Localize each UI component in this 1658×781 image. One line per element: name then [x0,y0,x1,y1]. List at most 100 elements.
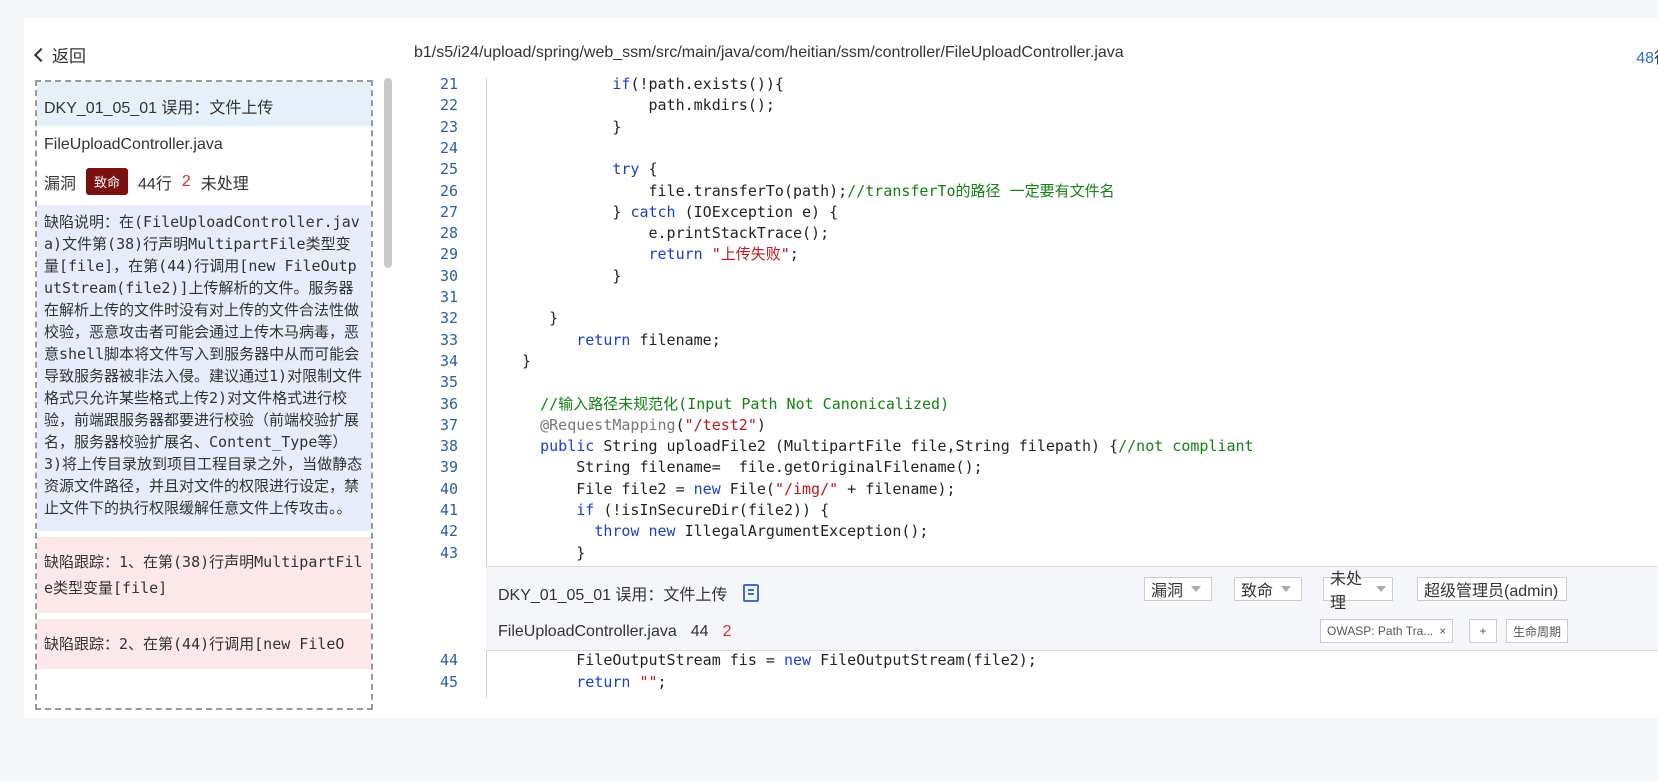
chevron-down-icon [1376,586,1386,592]
issue-type: 漏洞 [44,175,77,193]
code-text: return ""; [576,673,667,691]
line-number: 44 [439,651,458,669]
assignee-select-value: 超级管理员(admin) [1424,583,1559,600]
line-number: 45 [439,673,458,691]
code-text: } [504,351,532,370]
severity-select-value: 致命 [1241,583,1274,600]
issue-file: FileUploadController.java [44,136,223,153]
code-line: 39 String filename= file.getOriginalFile… [394,456,1658,478]
code-text: } [504,266,622,285]
code-text: File file2 = new File("/img/" + filename… [504,479,956,498]
issue-title[interactable]: DKY_01_05_01 误用：文件上传 [37,82,371,126]
issue-line: 44行 [138,175,172,193]
popup-line: 44 [690,623,709,640]
code-text: e.printStackTrace(); [504,224,830,243]
line-number: 21 [439,75,458,93]
popup-count: 2 [722,623,732,640]
code-text: @RequestMapping("/test2") [540,415,766,434]
line-number: 35 [439,373,458,392]
code-line: 43 } [394,542,1658,564]
document-search-icon[interactable] [743,584,760,602]
code-text: file.transferTo(path);//transferTo的路径 一定… [504,181,1115,200]
line-number: 43 [439,543,458,562]
line-number: 25 [439,160,458,179]
line-count: 48行 [1636,44,1658,68]
code-text: public String uploadFile2 (MultipartFile… [540,437,1254,456]
line-number: 42 [439,522,458,541]
line-number: 38 [439,437,458,456]
code-line: 26 file.transferTo(path);//transferTo的路径… [394,180,1658,202]
code-text: throw new IllegalArgumentException(); [594,522,929,541]
line-number: 24 [439,138,458,157]
issue-meta: 漏洞 致命 44行 2 未处理 [37,164,371,205]
type-select-value: 漏洞 [1151,583,1184,600]
left-panel: 返回 DKY_01_05_01 误用：文件上传 FileUploadContro… [24,18,394,718]
defect-trace-2[interactable]: 缺陷跟踪：2、在第(44)行调用[new FileO [37,619,371,669]
code-line: 41 if (!isInSecureDir(file2)) { [394,499,1658,521]
code-line: 32 } [394,307,1658,329]
code-line: 44 FileOutputStream fis = new FileOutput… [394,649,1658,671]
code-text: return "上传失败"; [648,245,799,264]
code-line: 42 throw new IllegalArgumentException(); [394,520,1658,542]
code-line: 33 return filename; [394,329,1658,351]
code-line: 27 } catch (IOException e) { [394,201,1658,223]
chevron-down-icon [1281,586,1292,592]
code-line: 35 [394,371,1658,393]
tag-chip[interactable]: OWASP: Path Tra... × [1320,619,1454,643]
type-select[interactable]: 漏洞 [1144,577,1212,601]
status-select[interactable]: 未处理 [1323,571,1393,612]
chevron-down-icon [1191,586,1202,592]
code-text: String filename= file.getOriginalFilenam… [504,458,983,477]
code-line: 38 public String uploadFile2 (MultipartF… [394,435,1658,457]
code-line: 36 //输入路径未规范化(Input Path Not Canonicaliz… [394,393,1658,415]
line-number: 22 [439,96,458,115]
code-line: 37 @RequestMapping("/test2") [394,414,1658,436]
code-line: 30 } [394,265,1658,287]
issue-popup: DKY_01_05_01 误用：文件上传 FileUploadControlle… [486,566,1658,651]
code-line: 23 } [394,116,1658,138]
chevron-left-icon [33,47,49,62]
line-number: 41 [439,501,458,519]
popup-file-row: FileUploadController.java 44 2 [498,623,731,641]
line-number: 26 [439,181,458,200]
popup-file: FileUploadController.java [498,623,677,640]
popup-title: DKY_01_05_01 误用：文件上传 [498,587,728,604]
code-text: return filename; [576,330,721,349]
tag-label: OWASP: Path Tra... [1327,624,1434,638]
popup-title-row: DKY_01_05_01 误用：文件上传 [498,581,760,605]
code-line: 29 return "上传失败"; [394,243,1658,265]
severity-select[interactable]: 致命 [1234,577,1302,601]
code-text: path.mkdirs(); [504,96,775,115]
back-button[interactable]: 返回 [33,42,86,67]
line-number: 37 [439,415,458,434]
defect-description: 缺陷说明：在(FileUploadController.java)文件第(38)… [37,205,371,531]
code-text: } [504,543,586,562]
back-label: 返回 [52,47,86,66]
add-tag-button[interactable]: + [1469,619,1497,643]
issue-list: DKY_01_05_01 误用：文件上传 FileUploadControlle… [35,80,373,710]
line-number: 23 [439,117,458,136]
code-line: 45 return ""; [394,671,1658,693]
line-number: 31 [439,288,458,306]
code-text: if (!isInSecureDir(file2)) { [576,501,830,519]
scrollbar[interactable] [384,78,392,268]
close-icon[interactable]: × [1439,624,1446,638]
code-line: 22 path.mkdirs(); [394,94,1658,116]
code-panel: b1/s5/i24/upload/spring/web_ssm/src/main… [394,18,1658,718]
code-text: } [504,309,559,328]
code-text: if(!path.exists()){ [612,75,784,93]
issue-status: 未处理 [200,175,249,193]
code-line: 31 [394,286,1658,308]
issue-count: 2 [181,172,191,190]
lifecycle-button[interactable]: 生命周期 [1506,619,1569,643]
line-number: 28 [439,224,458,243]
line-number: 34 [439,351,458,370]
code-line: 28 e.printStackTrace(); [394,222,1658,244]
severity-badge: 致命 [86,168,129,195]
assignee-select[interactable]: 超级管理员(admin) [1417,577,1567,601]
code-line: 21 if(!path.exists()){ [394,73,1658,95]
code-line: 40 File file2 = new File("/img/" + filen… [394,478,1658,500]
defect-trace-1[interactable]: 缺陷跟踪：1、在第(38)行声明MultipartFile类型变量[file] [37,537,371,613]
line-number: 36 [439,394,458,413]
code-text: //输入路径未规范化(Input Path Not Canonicalized) [540,394,950,413]
